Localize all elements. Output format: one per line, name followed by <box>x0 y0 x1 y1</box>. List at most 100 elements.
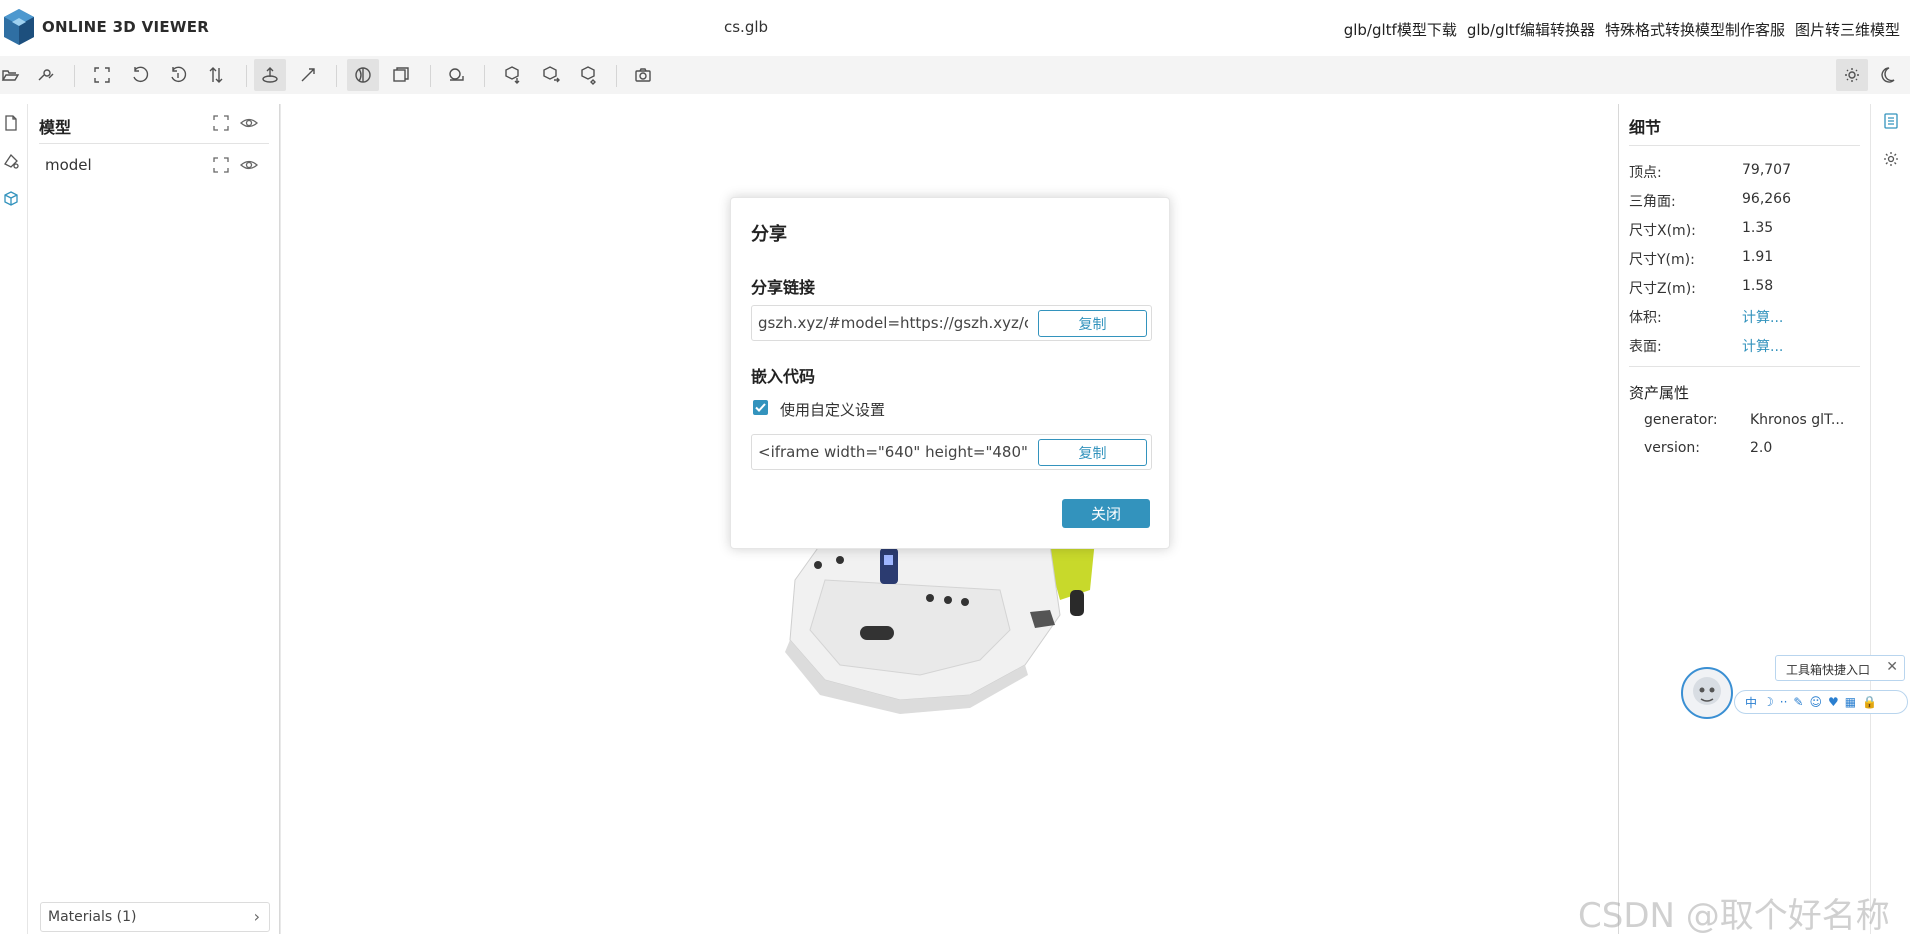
dialog-title: 分享 <box>751 224 787 245</box>
toolbar-separator <box>484 65 485 87</box>
moon-icon[interactable]: ☽ <box>1763 695 1774 709</box>
skin-icon[interactable]: ♥ <box>1828 695 1839 709</box>
files-icon[interactable] <box>2 114 20 132</box>
toolbox-tooltip: 工具箱快捷入口 ✕ <box>1775 655 1905 681</box>
share-link-field: gszh.xyz/#model=https://gszh.xyz/cs 复制 <box>751 305 1152 341</box>
wrench-icon[interactable]: ✎ <box>1793 695 1803 709</box>
free-orbit-icon[interactable] <box>292 59 324 91</box>
close-icon[interactable]: ✕ <box>1886 659 1898 675</box>
asset-key: version: <box>1644 440 1700 456</box>
detail-row-size-z: 尺寸Z(m): 1.58 <box>1629 274 1859 300</box>
model-render <box>780 520 1110 720</box>
chevron-right-icon: › <box>253 907 260 926</box>
detail-key: 尺寸Y(m): <box>1629 252 1695 268</box>
export-icon[interactable] <box>496 59 528 91</box>
materials-label: Materials (1) <box>48 909 137 925</box>
share-link-input[interactable]: gszh.xyz/#model=https://gszh.xyz/cs <box>758 314 1028 332</box>
materials-button[interactable]: Materials (1) › <box>40 902 270 932</box>
light-mode-icon[interactable] <box>1836 59 1868 91</box>
open-file-icon[interactable] <box>0 59 26 91</box>
file-name: cs.glb <box>724 18 769 36</box>
asset-value: Khronos glT... <box>1750 412 1845 428</box>
share-link-heading: 分享链接 <box>751 278 816 297</box>
watermark: CSDN @取个好名称 <box>1578 896 1890 936</box>
asset-value: 2.0 <box>1750 440 1773 456</box>
embed-icon[interactable] <box>572 59 604 91</box>
detail-key: 表面: <box>1629 339 1662 355</box>
details-divider <box>1629 145 1860 146</box>
perspective-camera-icon[interactable] <box>347 59 379 91</box>
model-eye-icon[interactable] <box>240 156 258 174</box>
copy-link-button[interactable]: 复制 <box>1038 310 1147 337</box>
link-custom-service[interactable]: 特殊格式转换模型制作客服 <box>1605 19 1785 40</box>
detail-value: 1.35 <box>1742 220 1774 236</box>
emoji-icon[interactable]: ☺ <box>1809 695 1822 709</box>
detail-row-vertices: 顶点: 79,707 <box>1629 158 1859 184</box>
toolbar-separator <box>616 65 617 87</box>
embed-code-field: <iframe width="640" height="480" sty 复制 <box>751 434 1152 470</box>
detail-value: 79,707 <box>1742 162 1791 178</box>
detail-row-volume: 体积: 计算... <box>1629 303 1859 329</box>
panel-divider <box>39 143 269 144</box>
embed-code-input[interactable]: <iframe width="640" height="480" sty <box>758 443 1028 461</box>
link-model-download[interactable]: glb/gltf模型下载 <box>1344 19 1457 40</box>
custom-settings-checkbox[interactable] <box>753 400 768 415</box>
details-panel: 细节 顶点: 79,707 三角面: 96,266 尺寸X(m): 1.35 尺寸Y(… <box>1618 104 1870 934</box>
link-editor-converter[interactable]: glb/gltf编辑转换器 <box>1467 19 1595 40</box>
details-divider <box>1629 366 1860 367</box>
calculate-volume-link[interactable]: 计算... <box>1742 307 1783 327</box>
toolbar-separator <box>336 65 337 87</box>
top-links: glb/gltf模型下载 glb/gltf编辑转换器 特殊格式转换模型制作客服 … <box>1344 19 1900 40</box>
open-url-icon[interactable] <box>30 59 62 91</box>
detail-row-size-x: 尺寸X(m): 1.35 <box>1629 216 1859 242</box>
link-image-to-3d[interactable]: 图片转三维模型 <box>1795 19 1900 40</box>
detail-key: 三角面: <box>1629 194 1676 210</box>
fit-model-icon[interactable] <box>212 156 230 174</box>
header: ONLINE 3D VIEWER cs.glb glb/gltf模型下载 glb… <box>0 0 1910 56</box>
fix-up-vector-icon[interactable] <box>200 59 232 91</box>
asset-row-generator: generator: Khronos glT... <box>1644 409 1864 433</box>
show-all-eye-icon[interactable] <box>240 114 258 132</box>
toolbox-widget: 工具箱快捷入口 ✕ 中 ☽ ·· ✎ ☺ ♥ ▦ 🔒 <box>1680 655 1910 745</box>
calculate-surface-link[interactable]: 计算... <box>1742 336 1783 356</box>
detail-value: 1.58 <box>1742 278 1774 294</box>
detail-key: 体积: <box>1629 310 1662 326</box>
assistant-avatar-icon[interactable] <box>1681 667 1733 719</box>
set-up-vector-icon[interactable] <box>124 59 156 91</box>
details-icon[interactable] <box>1882 112 1900 130</box>
orthographic-camera-icon[interactable] <box>385 59 417 91</box>
toolbar-separator <box>246 65 247 87</box>
share-dialog: 分享 分享链接 gszh.xyz/#model=https://gszh.xyz… <box>730 197 1170 549</box>
copy-embed-button[interactable]: 复制 <box>1038 439 1147 466</box>
toolbox-tooltip-text: 工具箱快捷入口 <box>1786 663 1871 677</box>
logo-icon <box>0 6 38 48</box>
measure-icon[interactable] <box>440 59 472 91</box>
tree-item-model[interactable]: model <box>39 150 269 180</box>
detail-key: 尺寸X(m): <box>1629 223 1696 239</box>
detail-row-size-y: 尺寸Y(m): 1.91 <box>1629 245 1859 271</box>
fit-to-window-icon[interactable] <box>86 59 118 91</box>
grid-icon[interactable]: ▦ <box>1845 695 1856 709</box>
navigator-title: 模型 <box>39 118 72 137</box>
detail-row-surface: 表面: 计算... <box>1629 332 1859 358</box>
ime-chinese-icon[interactable]: 中 <box>1745 694 1757 711</box>
settings-gear-icon[interactable] <box>1882 150 1900 168</box>
toolbar <box>0 56 1910 94</box>
lock-icon[interactable]: 🔒 <box>1862 695 1877 709</box>
fit-all-icon[interactable] <box>212 114 230 132</box>
toolbar-separator <box>74 65 75 87</box>
tree-item-label: model <box>45 156 92 174</box>
dark-mode-icon[interactable] <box>1874 59 1906 91</box>
meshes-icon[interactable] <box>2 190 20 208</box>
punctuation-icon[interactable]: ·· <box>1780 695 1788 709</box>
navigator-panel: 模型 model Materials (1) › <box>28 104 280 934</box>
orbit-icon[interactable] <box>254 59 286 91</box>
detail-row-triangles: 三角面: 96,266 <box>1629 187 1859 213</box>
share-icon[interactable] <box>534 59 566 91</box>
right-strip <box>1870 104 1910 934</box>
left-strip <box>0 104 28 934</box>
close-dialog-button[interactable]: 关闭 <box>1062 499 1150 528</box>
flip-up-vector-icon[interactable] <box>162 59 194 91</box>
snapshot-icon[interactable] <box>627 59 659 91</box>
materials-icon[interactable] <box>2 152 20 170</box>
